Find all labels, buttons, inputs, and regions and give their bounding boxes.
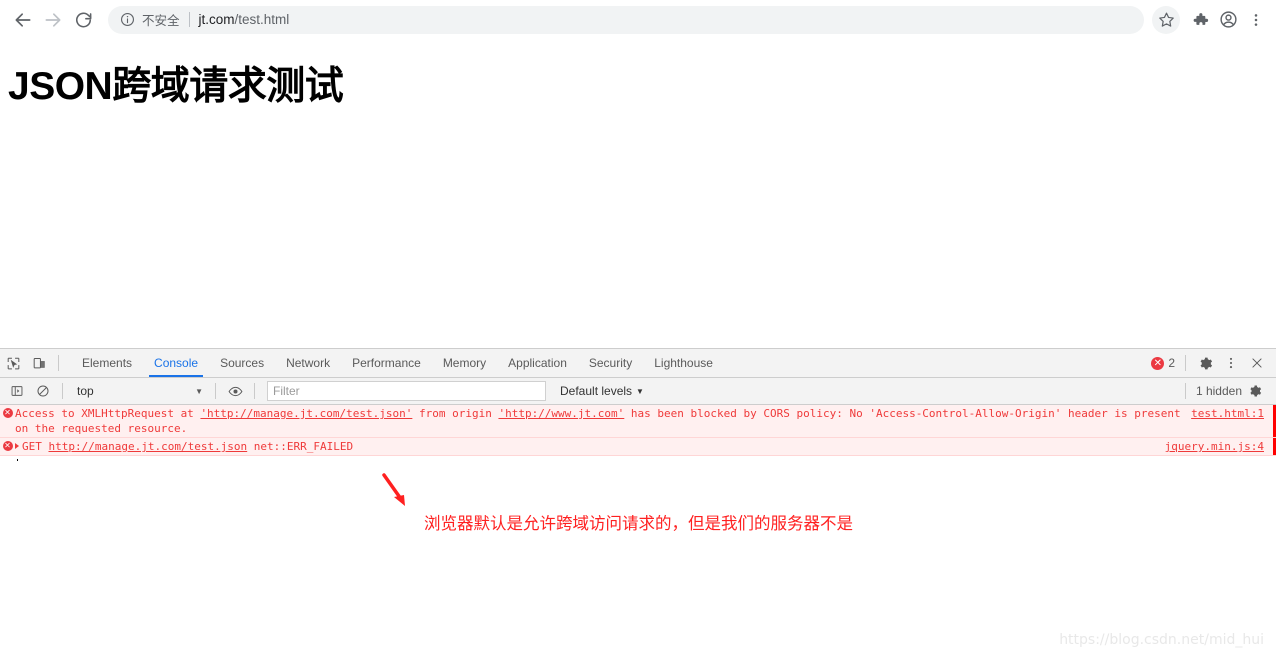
filterbar-divider-3 [254, 383, 255, 399]
back-button[interactable] [8, 5, 38, 35]
url-display: jt.com/test.html [199, 12, 290, 27]
chevron-down-icon: ▼ [195, 386, 203, 396]
console-message-text: Access to XMLHttpRequest at 'http://mana… [15, 406, 1191, 436]
page-title: JSON跨域请求测试 [8, 65, 344, 108]
filterbar-divider-4 [1184, 383, 1186, 399]
clear-console-icon[interactable] [30, 378, 56, 404]
prompt-chevron-icon: > [4, 459, 11, 462]
tab-elements[interactable]: Elements [71, 349, 143, 377]
msg1-part2: from origin [412, 407, 499, 420]
forward-button[interactable] [38, 5, 68, 35]
console-message-list: ✕ Access to XMLHttpRequest at 'http://ma… [0, 405, 1276, 461]
device-toolbar-icon[interactable] [26, 350, 52, 376]
reload-icon [75, 12, 91, 28]
star-icon[interactable] [1152, 5, 1180, 34]
error-circle-icon: ✕ [1151, 356, 1165, 370]
error-count-label: 2 [1168, 356, 1175, 370]
console-sidebar-icon[interactable] [4, 378, 30, 404]
browser-actions [1152, 5, 1276, 34]
msg2-part0: GET [22, 440, 49, 453]
filterbar-divider-2 [215, 383, 216, 399]
address-bar[interactable]: 不安全 jt.com/test.html [108, 5, 1144, 34]
gear-icon[interactable] [1242, 378, 1268, 404]
msg2-link-request-url[interactable]: http://manage.jt.com/test.json [49, 440, 248, 453]
log-levels-select[interactable]: Default levels ▼ [560, 384, 644, 398]
console-message-source-link[interactable]: jquery.min.js:4 [1165, 439, 1276, 454]
console-message-text: GET http://manage.jt.com/test.json net::… [15, 439, 1165, 454]
chevron-down-icon: ▼ [636, 386, 644, 396]
tab-sources[interactable]: Sources [209, 349, 275, 377]
watermark: https://blog.csdn.net/mid_hui [1059, 632, 1264, 648]
console-error-message[interactable]: ✕ Access to XMLHttpRequest at 'http://ma… [0, 405, 1276, 438]
log-levels-label: Default levels [560, 384, 633, 398]
browser-toolbar: 不安全 jt.com/test.html [0, 0, 1276, 40]
execution-context-value: top [77, 384, 94, 398]
devtools-header-actions: ✕ 2 [1151, 350, 1276, 376]
inspect-element-icon[interactable] [0, 350, 26, 376]
devtools-tabbar: Elements Console Sources Network Perform… [0, 349, 1276, 378]
tab-application[interactable]: Application [497, 349, 578, 377]
tabbar-divider [58, 355, 59, 371]
msg2-part2: net::ERR_FAILED [247, 440, 354, 453]
reload-button[interactable] [68, 5, 98, 35]
puzzle-piece-icon[interactable] [1186, 6, 1214, 34]
text-cursor [16, 459, 18, 461]
devtools-tabs: Elements Console Sources Network Perform… [71, 349, 724, 377]
filterbar-divider-1 [62, 383, 63, 399]
msg1-part0: Access to XMLHttpRequest at [15, 407, 201, 420]
url-host: jt.com [198, 12, 235, 27]
tab-security[interactable]: Security [578, 349, 643, 377]
tab-console[interactable]: Console [143, 349, 209, 377]
live-expression-eye-icon[interactable] [222, 378, 248, 404]
devtools-panel: Elements Console Sources Network Perform… [0, 348, 1276, 461]
error-x-glyph: ✕ [2, 441, 13, 451]
page-viewport: JSON跨域请求测试 [0, 39, 1276, 348]
close-x-icon[interactable] [1244, 350, 1270, 376]
msg1-link-request-url[interactable]: 'http://manage.jt.com/test.json' [200, 407, 412, 420]
disclosure-triangle-icon[interactable] [15, 443, 19, 449]
tab-network[interactable]: Network [275, 349, 341, 377]
console-error-message[interactable]: ✕ GET http://manage.jt.com/test.json net… [0, 438, 1276, 456]
three-dot-menu-icon[interactable] [1242, 6, 1270, 34]
tab-memory[interactable]: Memory [432, 349, 497, 377]
error-x-glyph: ✕ [2, 408, 13, 418]
header-divider [1185, 355, 1186, 371]
omnibox-divider [188, 12, 190, 27]
browser-window: 不安全 jt.com/test.html JSON跨域请求测试 Elements… [0, 0, 1276, 656]
annotation-text: 浏览器默认是允许跨域访问请求的，但是我们的服务器不是 [424, 514, 853, 533]
three-dot-menu-icon[interactable] [1218, 350, 1244, 376]
info-circle-icon[interactable] [120, 12, 135, 27]
back-arrow-icon [15, 12, 31, 27]
execution-context-select[interactable]: top ▼ [71, 382, 209, 401]
console-prompt[interactable]: > [0, 456, 1276, 461]
hidden-messages-label: 1 hidden [1195, 384, 1242, 398]
account-circle-icon[interactable] [1214, 6, 1242, 34]
error-circle-icon: ✕ [0, 406, 15, 436]
filter-input[interactable]: Filter [267, 381, 546, 401]
error-circle-icon: ✕ [0, 439, 15, 454]
gear-icon[interactable] [1192, 350, 1218, 376]
error-count-badge[interactable]: ✕ 2 [1151, 356, 1175, 370]
url-path: /test.html [234, 12, 290, 27]
console-message-source-link[interactable]: test.html:1 [1191, 406, 1276, 421]
hidden-messages-info: 1 hidden [1179, 378, 1272, 404]
tab-lighthouse[interactable]: Lighthouse [643, 349, 724, 377]
red-arrow-annotation [382, 473, 405, 506]
forward-arrow-icon [45, 12, 61, 27]
tab-performance[interactable]: Performance [341, 349, 432, 377]
console-filter-toolbar: top ▼ Filter Default levels ▼ 1 hidden [0, 378, 1276, 405]
msg1-link-origin-url[interactable]: 'http://www.jt.com' [498, 407, 624, 420]
security-status-label: 不安全 [142, 13, 180, 28]
